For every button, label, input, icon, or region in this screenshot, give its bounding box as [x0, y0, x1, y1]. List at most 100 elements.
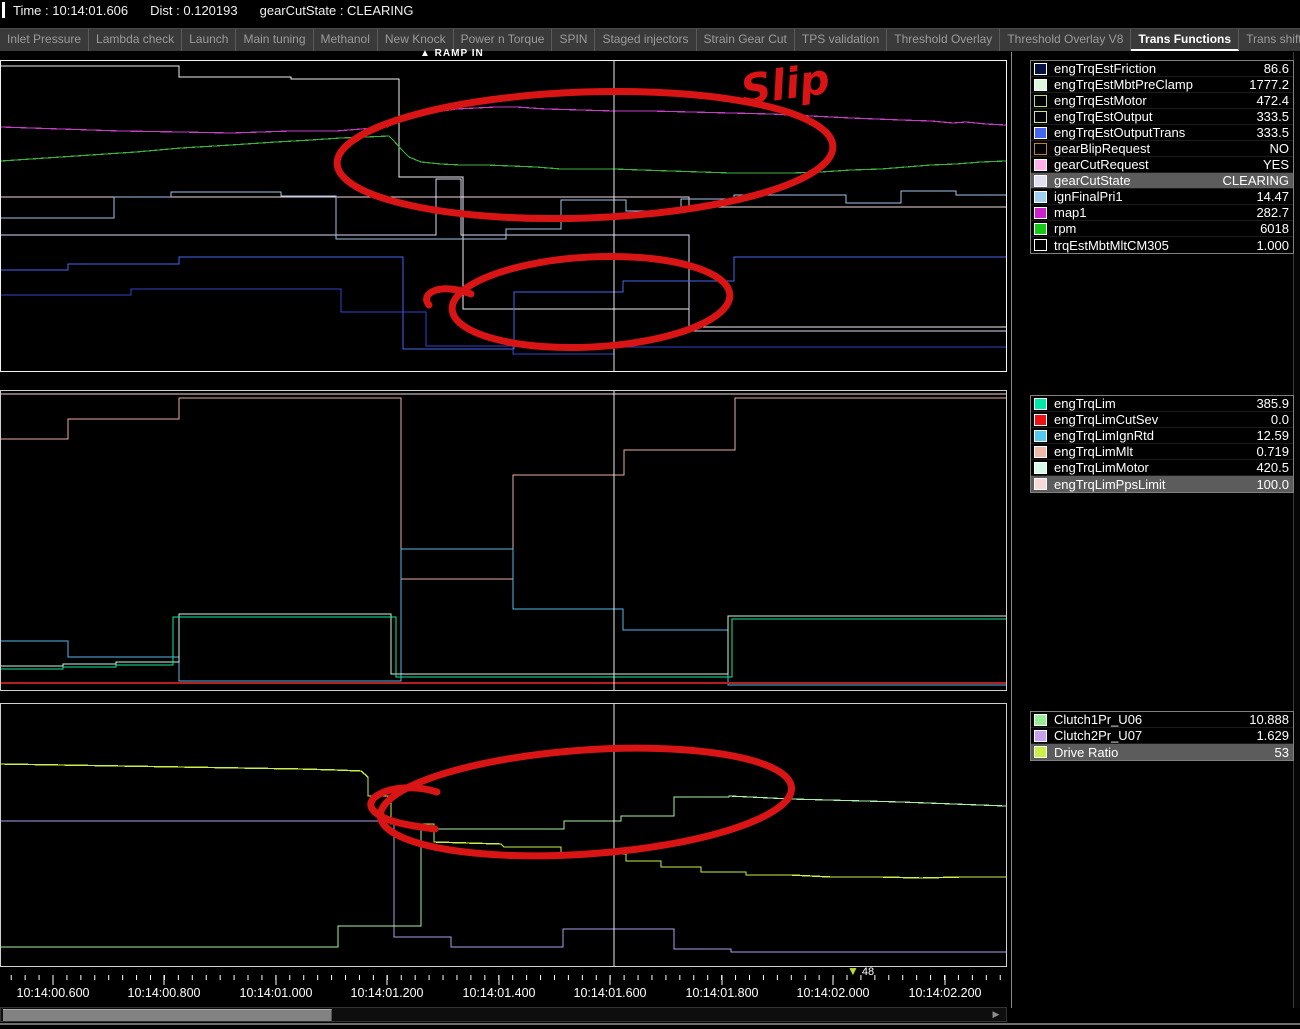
ruler-label: 10:14:01.600	[574, 986, 647, 1000]
channel-color-swatch	[1034, 714, 1047, 726]
channel-row-map1[interactable]: map1282.7	[1031, 205, 1293, 221]
ruler-ticks	[0, 975, 1005, 986]
channel-row-engtrqestoutputtrans[interactable]: engTrqEstOutputTrans 333.5	[1031, 125, 1293, 141]
trace-engtrqlimmlt	[1, 398, 1006, 579]
trace-clutch2pr-u07	[1, 821, 1006, 952]
status-item-0: Time : 10:14:01.606	[13, 3, 128, 18]
tab-methanol[interactable]: Methanol	[314, 29, 378, 51]
annotation-stroke	[427, 289, 471, 305]
ruler-label: 10:14:01.400	[463, 986, 536, 1000]
vertical-divider[interactable]	[1011, 52, 1012, 1008]
channel-row-engtrqestmbtpreclamp[interactable]: engTrqEstMbtPreClamp1777.2	[1031, 77, 1293, 93]
channel-row-rpm[interactable]: rpm6018	[1031, 221, 1293, 237]
channel-color-swatch	[1034, 462, 1047, 474]
channel-value: 472.4	[1256, 93, 1289, 108]
time-ruler[interactable]: 10:14:00.60010:14:00.80010:14:01.00010:1…	[0, 975, 1007, 1005]
annotation-text: Slip	[738, 61, 833, 115]
channel-name: gearCutState	[1054, 173, 1131, 188]
trace-clutch1pr-u06	[1, 796, 1006, 947]
ruler-label: 10:14:01.800	[686, 986, 759, 1000]
channel-name: engTrqLimMotor	[1054, 460, 1149, 475]
trace-rpm	[1, 136, 1006, 173]
scrollbar-right-arrow-icon[interactable]: ▶	[988, 1009, 1004, 1020]
tab-threshold-overlay-v8[interactable]: Threshold Overlay V8	[1000, 29, 1131, 51]
channel-row-gearcutrequest[interactable]: gearCutRequestYES	[1031, 157, 1293, 173]
channel-value: 1777.2	[1249, 77, 1289, 92]
channel-color-swatch	[1034, 207, 1047, 219]
ruler-label: 10:14:02.200	[909, 986, 982, 1000]
channel-row-gearbliprequest[interactable]: gearBlipRequestNO	[1031, 141, 1293, 157]
legend-clutch: Clutch1Pr_U0610.888Clutch2Pr_U071.629Dri…	[1030, 711, 1294, 761]
scrollbar-thumb[interactable]	[3, 1009, 332, 1021]
ruler-label: 10:14:01.200	[351, 986, 424, 1000]
tab-inlet-pressure[interactable]: Inlet Pressure	[0, 29, 89, 51]
channel-color-swatch	[1034, 63, 1047, 75]
channel-name: engTrqLimCutSev	[1054, 412, 1158, 427]
channel-row-ignfinalpri1[interactable]: ignFinalPri114.47	[1031, 189, 1293, 205]
chart-bottom-svg	[1, 704, 1006, 966]
tab-tps-validation[interactable]: TPS validation	[795, 29, 887, 51]
status-item-1: Dist : 0.120193	[150, 3, 237, 18]
channel-row-engtrqestoutput[interactable]: engTrqEstOutput333.5	[1031, 109, 1293, 125]
channel-value: 1.000	[1256, 238, 1289, 253]
channel-row-engtrqlimignrtd[interactable]: engTrqLimIgnRtd12.59	[1031, 428, 1293, 444]
status-bar: Time : 10:14:01.606 Dist : 0.120193 gearCu…	[0, 0, 1300, 22]
tab-launch[interactable]: Launch	[182, 29, 236, 51]
channel-value: 53	[1275, 745, 1289, 760]
tab-threshold-overlay[interactable]: Threshold Overlay	[887, 29, 1000, 51]
channel-value: CLEARING	[1223, 173, 1289, 188]
channel-color-swatch	[1034, 430, 1047, 442]
channel-row-engtrqestmotor[interactable]: engTrqEstMotor 472.4	[1031, 93, 1293, 109]
tab-staged-injectors[interactable]: Staged injectors	[595, 29, 696, 51]
channel-row-gearcutstate[interactable]: gearCutState CLEARING	[1031, 173, 1293, 189]
channel-row-engtrqlimcutsev[interactable]: engTrqLimCutSev 0.0	[1031, 412, 1293, 428]
tab-trans-shift[interactable]: Trans shift	[1239, 29, 1300, 51]
channel-name: engTrqLim	[1054, 396, 1116, 411]
window-bottom-border	[0, 1023, 1300, 1025]
channel-name: engTrqEstFriction	[1054, 61, 1156, 76]
channel-value: YES	[1263, 157, 1289, 172]
tab-trans-functions[interactable]: Trans Functions	[1131, 29, 1239, 51]
annotation-circle	[450, 250, 732, 354]
tab-spin[interactable]: SPIN	[552, 29, 595, 51]
channel-value: 420.5	[1256, 460, 1289, 475]
channel-value: 333.5	[1256, 125, 1289, 140]
horizontal-scrollbar[interactable]: ▶	[0, 1007, 1007, 1022]
channel-name: engTrqEstOutput	[1054, 109, 1153, 124]
chart-middle[interactable]	[0, 390, 1007, 691]
channel-name: engTrqEstMotor	[1054, 93, 1147, 108]
channel-color-swatch	[1034, 191, 1047, 203]
tab-main-tuning[interactable]: Main tuning	[236, 29, 313, 51]
trace-gearcutrequest	[1, 197, 1006, 207]
channel-row-clutch1pr-u06[interactable]: Clutch1Pr_U0610.888	[1031, 712, 1293, 728]
channel-color-swatch	[1034, 175, 1047, 187]
chart-top-svg: Slip	[1, 61, 1006, 371]
chart-top[interactable]: Slip	[0, 60, 1007, 372]
channel-color-swatch	[1034, 746, 1047, 758]
channel-color-swatch	[1034, 223, 1047, 235]
channel-row-clutch2pr-u07[interactable]: Clutch2Pr_U071.629	[1031, 728, 1293, 744]
channel-row-engtrqlimmlt[interactable]: engTrqLimMlt0.719	[1031, 444, 1293, 460]
channel-row-engtrqlim[interactable]: engTrqLim385.9	[1031, 396, 1293, 412]
channel-name: engTrqEstOutputTrans	[1054, 125, 1185, 140]
app-window: Time : 10:14:01.606 Dist : 0.120193 gearCu…	[0, 0, 1300, 1029]
channel-row-trqestmbtmltcm305[interactable]: trqEstMbtMltCM3051.000	[1031, 237, 1293, 253]
chart-middle-svg	[1, 391, 1006, 690]
channel-name: Clutch2Pr_U07	[1054, 728, 1142, 743]
tab-strain-gear-cut[interactable]: Strain Gear Cut	[697, 29, 795, 51]
right-scroll-strip[interactable]	[1293, 52, 1300, 1008]
channel-row-engtrqestfriction[interactable]: engTrqEstFriction86.6	[1031, 61, 1293, 77]
channel-row-engtrqlimmotor[interactable]: engTrqLimMotor 420.5	[1031, 460, 1293, 476]
channel-value: 12.59	[1256, 428, 1289, 443]
channel-value: NO	[1270, 141, 1290, 156]
channel-name: map1	[1054, 205, 1087, 220]
channel-value: 10.888	[1249, 712, 1289, 727]
chart-bottom[interactable]	[0, 703, 1007, 967]
channel-name: ignFinalPri1	[1054, 189, 1123, 204]
channel-color-swatch	[1034, 159, 1047, 171]
channel-value: 0.0	[1271, 412, 1289, 427]
status-item-2: gearCutState : CLEARING	[260, 3, 414, 18]
tab-lambda-check[interactable]: Lambda check	[89, 29, 182, 51]
channel-row-engtrqlimppslimit[interactable]: engTrqLimPpsLimit100.0	[1031, 476, 1293, 492]
channel-row-drive-ratio[interactable]: Drive Ratio53	[1031, 744, 1293, 760]
